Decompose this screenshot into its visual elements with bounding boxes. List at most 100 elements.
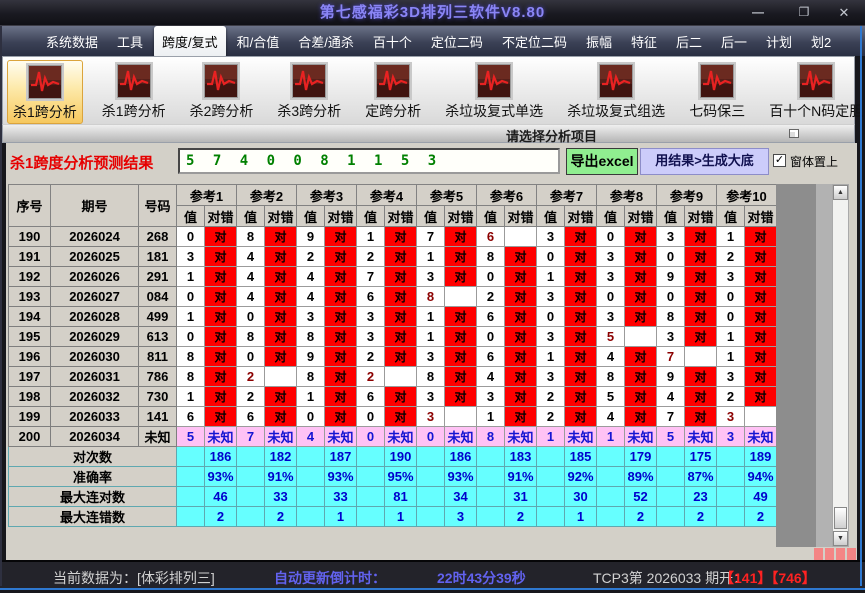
cell-ref-result[interactable]: 对 [745, 307, 777, 327]
tool-item-杀1跨分析-1[interactable]: 杀1跨分析 [97, 60, 171, 122]
cell-ref-result[interactable]: 对 [505, 347, 537, 367]
cell-ref-value[interactable]: 3 [357, 307, 385, 327]
summary-spacer[interactable] [417, 507, 445, 527]
cell-ref-value[interactable]: 8 [237, 227, 265, 247]
cell-ref-value[interactable]: 0 [237, 307, 265, 327]
cell-ref-value[interactable]: 3 [597, 267, 625, 287]
cell-ref-result[interactable]: 对 [625, 347, 657, 367]
cell-number[interactable]: 613 [139, 327, 177, 347]
cell-ref-value[interactable]: 5 [657, 427, 685, 447]
tool-item-杀垃圾复式组选-6[interactable]: 杀垃圾复式组选 [562, 60, 670, 122]
cell-ref-result[interactable]: 未知 [625, 427, 657, 447]
tool-item-百十个N码定胆-8[interactable]: 百十个N码定胆 [764, 60, 865, 122]
cell-ref-value[interactable]: 0 [297, 407, 325, 427]
cell-ref-value[interactable]: 8 [657, 307, 685, 327]
cell-ref-result[interactable] [445, 287, 477, 307]
export-excel-button[interactable]: 导出excel [566, 148, 638, 175]
cell-ref-value[interactable]: 8 [177, 347, 205, 367]
tool-item-杀1跨分析-0[interactable]: 杀1跨分析 [7, 60, 83, 124]
cell-ref-result[interactable]: 未知 [565, 427, 597, 447]
summary-spacer[interactable] [237, 447, 265, 467]
menu-item-定位二码[interactable]: 定位二码 [423, 26, 491, 57]
cell-ref-result[interactable]: 对 [325, 287, 357, 307]
cell-number[interactable]: 未知 [139, 427, 177, 447]
cell-ref-result[interactable]: 未知 [745, 427, 777, 447]
summary-spacer[interactable] [717, 507, 745, 527]
summary-value[interactable]: 1 [325, 507, 357, 527]
cell-ref-value[interactable]: 1 [417, 307, 445, 327]
summary-value[interactable]: 2 [205, 507, 237, 527]
cell-ref-result[interactable]: 对 [565, 227, 597, 247]
cell-ref-result[interactable]: 对 [445, 367, 477, 387]
cell-ref-value[interactable]: 1 [537, 267, 565, 287]
cell-ref-result[interactable] [505, 227, 537, 247]
summary-value[interactable]: 87% [685, 467, 717, 487]
cell-ref-value[interactable]: 4 [237, 267, 265, 287]
cell-ref-value[interactable]: 4 [477, 367, 505, 387]
summary-value[interactable]: 3 [445, 507, 477, 527]
summary-spacer[interactable] [597, 507, 625, 527]
summary-value[interactable]: 93% [205, 467, 237, 487]
cell-ref-result[interactable]: 对 [205, 347, 237, 367]
cell-number[interactable]: 291 [139, 267, 177, 287]
summary-value[interactable]: 1 [385, 507, 417, 527]
cell-period[interactable]: 2026027 [51, 287, 139, 307]
summary-spacer[interactable] [237, 487, 265, 507]
cell-ref-result[interactable]: 对 [205, 387, 237, 407]
cell-ref-result[interactable]: 对 [385, 287, 417, 307]
cell-ref-value[interactable]: 4 [297, 287, 325, 307]
summary-spacer[interactable] [297, 487, 325, 507]
cell-ref-value[interactable]: 5 [597, 327, 625, 347]
summary-value[interactable]: 2 [625, 507, 657, 527]
summary-value[interactable]: 23 [685, 487, 717, 507]
cell-ref-value[interactable]: 6 [477, 307, 505, 327]
tool-item-杀3跨分析-3[interactable]: 杀3跨分析 [272, 60, 346, 122]
cell-ref-result[interactable] [445, 407, 477, 427]
summary-spacer[interactable] [657, 507, 685, 527]
cell-ref-value[interactable]: 1 [717, 327, 745, 347]
cell-ref-value[interactable]: 2 [237, 387, 265, 407]
cell-ref-value[interactable]: 1 [717, 227, 745, 247]
cell-ref-value[interactable]: 0 [597, 287, 625, 307]
cell-ref-value[interactable]: 1 [717, 347, 745, 367]
summary-spacer[interactable] [357, 447, 385, 467]
summary-value[interactable]: 189 [745, 447, 777, 467]
cell-ref-result[interactable]: 未知 [265, 427, 297, 447]
cell-ref-result[interactable]: 对 [205, 367, 237, 387]
cell-ref-result[interactable]: 对 [505, 387, 537, 407]
cell-seq[interactable]: 191 [9, 247, 51, 267]
cell-ref-value[interactable]: 5 [177, 427, 205, 447]
cell-ref-result[interactable] [745, 407, 777, 427]
cell-ref-result[interactable] [625, 327, 657, 347]
cell-ref-result[interactable]: 对 [745, 227, 777, 247]
cell-ref-result[interactable]: 未知 [325, 427, 357, 447]
cell-ref-result[interactable]: 对 [265, 227, 297, 247]
summary-value[interactable]: 94% [745, 467, 777, 487]
cell-ref-result[interactable]: 对 [265, 247, 297, 267]
summary-spacer[interactable] [597, 467, 625, 487]
summary-spacer[interactable] [417, 447, 445, 467]
cell-number[interactable]: 499 [139, 307, 177, 327]
cell-ref-value[interactable]: 1 [297, 387, 325, 407]
summary-value[interactable]: 33 [325, 487, 357, 507]
cell-period[interactable]: 2026025 [51, 247, 139, 267]
cell-ref-result[interactable]: 对 [505, 367, 537, 387]
cell-ref-result[interactable]: 对 [685, 327, 717, 347]
cell-ref-result[interactable]: 对 [565, 247, 597, 267]
menu-item-特征[interactable]: 特征 [623, 26, 665, 57]
cell-ref-value[interactable]: 0 [717, 287, 745, 307]
cell-ref-result[interactable]: 对 [325, 327, 357, 347]
cell-ref-value[interactable]: 2 [357, 347, 385, 367]
cell-number[interactable]: 181 [139, 247, 177, 267]
cell-seq[interactable]: 190 [9, 227, 51, 247]
summary-spacer[interactable] [177, 447, 205, 467]
summary-spacer[interactable] [357, 487, 385, 507]
cell-ref-value[interactable]: 9 [657, 267, 685, 287]
cell-ref-result[interactable]: 对 [625, 227, 657, 247]
vertical-scrollbar[interactable]: ▲ ▼ [832, 184, 849, 547]
cell-seq[interactable]: 196 [9, 347, 51, 367]
cell-number[interactable]: 730 [139, 387, 177, 407]
cell-ref-value[interactable]: 3 [717, 267, 745, 287]
cell-ref-result[interactable]: 对 [385, 407, 417, 427]
cell-ref-value[interactable]: 4 [297, 427, 325, 447]
